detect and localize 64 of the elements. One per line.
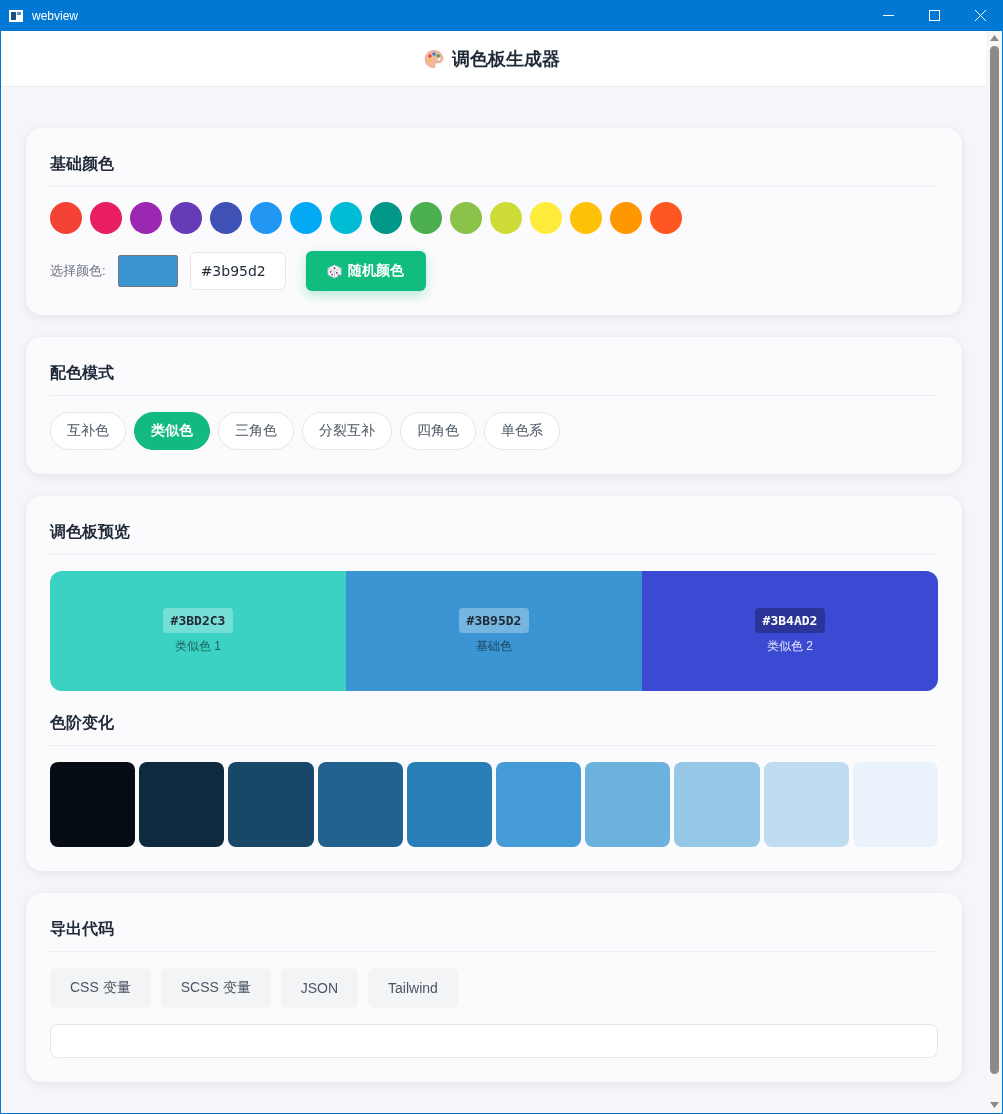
app-title: 调色板生成器 xyxy=(451,47,560,71)
picker-label: 选择颜色: xyxy=(50,262,106,280)
export-format-button[interactable]: CSS 变量 xyxy=(50,968,151,1008)
shade-swatch[interactable] xyxy=(406,762,492,847)
scheme-mode-button[interactable]: 分裂互补 xyxy=(302,412,392,450)
section-title: 配色模式 xyxy=(50,363,114,383)
minimize-icon xyxy=(882,15,894,16)
section-title: 色阶变化 xyxy=(50,713,114,733)
scrollbar[interactable] xyxy=(986,31,1002,1113)
color-swatch-icon[interactable] xyxy=(130,202,162,234)
color-swatch-icon[interactable] xyxy=(290,202,322,234)
shade-swatch[interactable] xyxy=(674,762,760,847)
color-name: 类似色 2 xyxy=(767,637,813,655)
color-swatch-icon[interactable] xyxy=(250,202,282,234)
app-window-icon xyxy=(9,9,23,22)
color-picker[interactable] xyxy=(117,255,178,287)
color-swatch-icon[interactable] xyxy=(330,202,362,234)
color-swatch-icon[interactable] xyxy=(50,202,82,234)
section-title: 调色板预览 xyxy=(50,522,130,542)
color-swatch-icon[interactable] xyxy=(410,202,442,234)
shade-swatch[interactable] xyxy=(496,762,582,847)
hex-code: #3B4AD2 xyxy=(754,607,826,633)
color-name: 基础色 xyxy=(476,637,512,655)
hex-code: #3BD2C3 xyxy=(162,607,234,633)
scroll-down-arrow-icon[interactable] xyxy=(989,1102,999,1108)
maximize-icon xyxy=(928,10,940,21)
section-title: 导出代码 xyxy=(50,919,114,939)
export-format-button[interactable]: JSON xyxy=(280,968,359,1008)
color-swatch-icon[interactable] xyxy=(490,202,522,234)
scrollbar-thumb[interactable] xyxy=(989,46,999,1074)
palette-color-block[interactable]: #3B4AD2 类似色 2 xyxy=(642,571,938,691)
color-swatch-icon[interactable] xyxy=(570,202,602,234)
palette-color-block[interactable]: #3BD2C3 类似色 1 xyxy=(50,571,346,691)
color-swatch-icon[interactable] xyxy=(170,202,202,234)
shade-swatch[interactable] xyxy=(50,762,136,847)
window-title: webview xyxy=(32,8,79,23)
close-icon xyxy=(974,10,986,21)
scheme-mode-button[interactable]: 单色系 xyxy=(484,412,560,450)
scroll-up-arrow-icon[interactable] xyxy=(989,35,999,41)
color-swatch-icon[interactable] xyxy=(450,202,482,234)
shade-swatch[interactable] xyxy=(139,762,225,847)
hex-input[interactable]: #3b95d2 xyxy=(189,252,286,290)
color-swatch-icon[interactable] xyxy=(530,202,562,234)
scheme-mode-button[interactable]: 四角色 xyxy=(400,412,476,450)
hex-code: #3B95D2 xyxy=(458,607,530,633)
color-swatch-icon[interactable] xyxy=(370,202,402,234)
shade-swatch[interactable] xyxy=(228,762,314,847)
scheme-mode-button[interactable]: 互补色 xyxy=(50,412,126,450)
color-name: 类似色 1 xyxy=(175,637,221,655)
color-swatch-icon[interactable] xyxy=(650,202,682,234)
section-title: 基础颜色 xyxy=(50,154,114,174)
scheme-mode-button[interactable]: 三角色 xyxy=(218,412,294,450)
color-swatch-icon[interactable] xyxy=(210,202,242,234)
export-format-button[interactable]: Tailwind xyxy=(368,968,458,1008)
code-output-field[interactable] xyxy=(50,1024,938,1058)
palette-icon xyxy=(423,48,444,69)
color-swatch-icon[interactable] xyxy=(610,202,642,234)
shade-swatch[interactable] xyxy=(763,762,849,847)
dice-icon xyxy=(327,263,343,279)
palette-color-block[interactable]: #3B95D2 基础色 xyxy=(346,571,642,691)
shade-swatch[interactable] xyxy=(317,762,403,847)
export-format-button[interactable]: SCSS 变量 xyxy=(160,968,271,1008)
shade-swatch[interactable] xyxy=(585,762,671,847)
color-swatch-icon[interactable] xyxy=(90,202,122,234)
